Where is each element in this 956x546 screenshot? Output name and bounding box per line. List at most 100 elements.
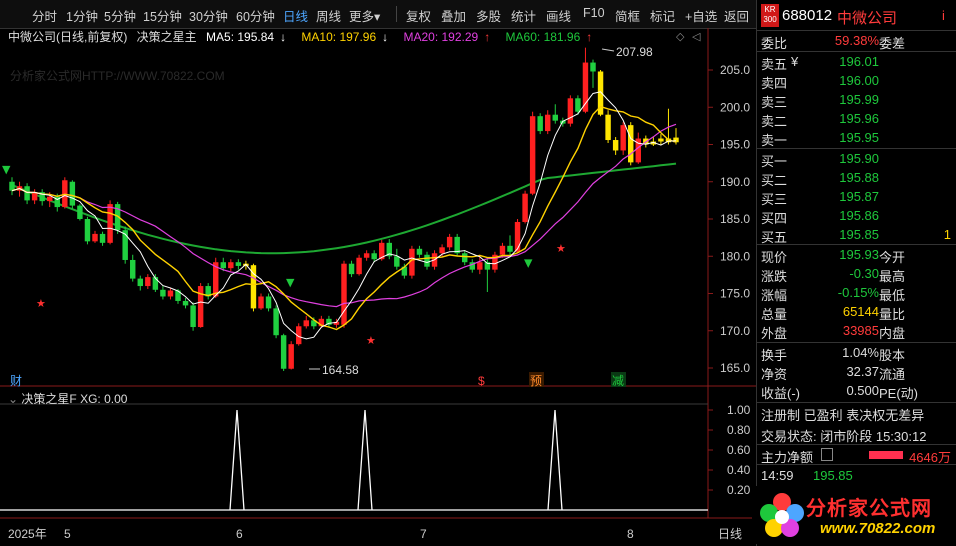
period-tab-1min[interactable]: 1分钟 (66, 6, 98, 25)
fundamental-row[interactable]: 换手 1.04% 股本 (757, 344, 956, 363)
more-label: 更多 (349, 10, 375, 24)
multi-stock-button[interactable]: 多股 (476, 6, 501, 25)
fuquan-button[interactable]: 复权 (406, 6, 431, 25)
ask-price: 196.00 (839, 73, 879, 88)
statistics-button[interactable]: 统计 (511, 6, 536, 25)
event-marker-yu[interactable]: 预 (530, 374, 542, 388)
ask-row[interactable]: 卖一 195.95 (757, 129, 956, 148)
date-axis-month-7: 7 (420, 527, 427, 541)
add-watchlist-button[interactable]: +自选 (685, 6, 717, 25)
indicator-spike (357, 409, 373, 511)
back-button[interactable]: 返回 (724, 6, 749, 25)
candle-body (160, 289, 166, 297)
ask-price: 195.96 (839, 111, 879, 126)
period-tab-daily[interactable]: 日线 (283, 6, 308, 25)
list-icon[interactable] (821, 448, 833, 461)
ask-row[interactable]: 卖五 ¥196.01 (757, 53, 956, 72)
candle-body (92, 233, 98, 242)
period-tab-more[interactable]: 更多▾ (349, 6, 380, 25)
fundamental-row[interactable]: 收益(-) 0.500 PE(动) (757, 382, 956, 401)
fund-label-2: 流通 (879, 367, 906, 382)
bid-row[interactable]: 买四 195.86 (757, 207, 956, 226)
period-tab-fenshi[interactable]: 分时 (32, 6, 57, 25)
candle-body (99, 233, 106, 243)
ask-row[interactable]: 卖二 195.96 (757, 110, 956, 129)
period-tab-30min[interactable]: 30分钟 (189, 6, 228, 25)
stat-label: 涨跌 (761, 269, 788, 284)
bid-row[interactable]: 买一 195.90 (757, 150, 956, 169)
down-arrow-signal-icon: ▼ (524, 257, 533, 270)
candle-body (394, 256, 400, 267)
price-tick-label: 200.0 (720, 100, 750, 114)
toolbar-divider (396, 6, 397, 22)
ask-price: 195.95 (839, 130, 879, 145)
fund-label-2: 股本 (879, 348, 906, 363)
candle-body (348, 263, 355, 275)
weibi-value: 59.38% (834, 33, 879, 48)
candle-body (620, 125, 626, 151)
bid-row[interactable]: 买五 195.85 1 (757, 226, 956, 245)
stat-label-2: 今开 (879, 250, 906, 265)
candle-body (582, 62, 589, 112)
stat-label-2: 内盘 (879, 326, 906, 341)
candle-body (280, 335, 287, 369)
simple-frame-button[interactable]: 简框 (615, 6, 640, 25)
candle-body (182, 300, 189, 306)
event-marker-cai[interactable]: 财 (10, 374, 22, 388)
event-marker-dollar[interactable]: $ (478, 374, 485, 388)
stat-row[interactable]: 外盘 33985 内盘 (757, 322, 956, 341)
indicator-name[interactable]: 决策之星F (21, 392, 76, 406)
indicator-tick-label: 0.60 (727, 443, 751, 457)
ask-label: 卖一 (761, 133, 788, 148)
candle-body (303, 320, 309, 327)
candle-body (341, 263, 347, 325)
candle-body (69, 181, 76, 206)
collapse-icon[interactable]: ◁ (692, 30, 701, 43)
candle-body (145, 277, 151, 287)
bid-price: 195.86 (839, 208, 879, 223)
chevron-down-icon[interactable]: ⌄ (8, 392, 18, 406)
period-tab-15min[interactable]: 15分钟 (143, 6, 182, 25)
bid-row[interactable]: 买二 195.88 (757, 169, 956, 188)
divider (757, 51, 956, 52)
fund-value: 1.04% (842, 345, 879, 360)
period-tab-60min[interactable]: 60分钟 (236, 6, 275, 25)
stat-row[interactable]: 总量 65144 量比 (757, 303, 956, 322)
bid-row[interactable]: 买三 195.87 (757, 188, 956, 207)
candle-body (9, 181, 15, 191)
ask-row[interactable]: 卖四 196.00 (757, 72, 956, 91)
stat-row[interactable]: 涨幅 -0.15% 最低 (757, 284, 956, 303)
fundamental-row[interactable]: 净资 32.37 流通 (757, 363, 956, 382)
ask-row[interactable]: 卖三 195.99 (757, 91, 956, 110)
diamond-icon[interactable]: ◇ (676, 30, 685, 43)
date-axis-month-5: 5 (64, 527, 71, 541)
stat-row[interactable]: 涨跌 -0.30 最高 (757, 265, 956, 284)
stat-row[interactable]: 现价 195.93 今开 (757, 246, 956, 265)
bid-label: 买二 (761, 173, 788, 188)
overlay-button[interactable]: 叠加 (441, 6, 466, 25)
period-tab-weekly[interactable]: 周线 (316, 6, 341, 25)
price-tick-label: 185.0 (720, 212, 750, 226)
stat-value: -0.30 (849, 266, 879, 281)
watermark: 分析家公式网HTTP://WWW.70822.COM (10, 68, 225, 83)
stat-value: -0.15% (837, 285, 879, 300)
candle-body (545, 114, 551, 132)
date-axis-month-6: 6 (236, 527, 243, 541)
f10-button[interactable]: F10 (583, 6, 605, 20)
bid-label: 买四 (761, 211, 788, 226)
mark-button[interactable]: 标记 (650, 6, 675, 25)
info-icon[interactable]: i (942, 8, 945, 23)
kline-chart[interactable]: 分析家公式网HTTP://WWW.70822.COM ★ ★ ★ ▼ ▼ ▼ 205.0 2… (0, 28, 756, 546)
event-marker-jian[interactable]: 减 (612, 374, 624, 388)
period-tab-5min[interactable]: 5分钟 (104, 6, 136, 25)
candle-body (567, 98, 574, 124)
candle-body (575, 98, 581, 112)
fund-label: 收益(-) (761, 386, 800, 401)
candle-body (605, 114, 611, 141)
low-annotation: 164.58 (322, 363, 359, 377)
stat-label: 总量 (761, 307, 788, 322)
draw-line-button[interactable]: 画线 (546, 6, 571, 25)
indicator-tick-label: 0.80 (727, 423, 751, 437)
bid-volume: 1 (943, 227, 951, 242)
candle-body (628, 125, 634, 163)
